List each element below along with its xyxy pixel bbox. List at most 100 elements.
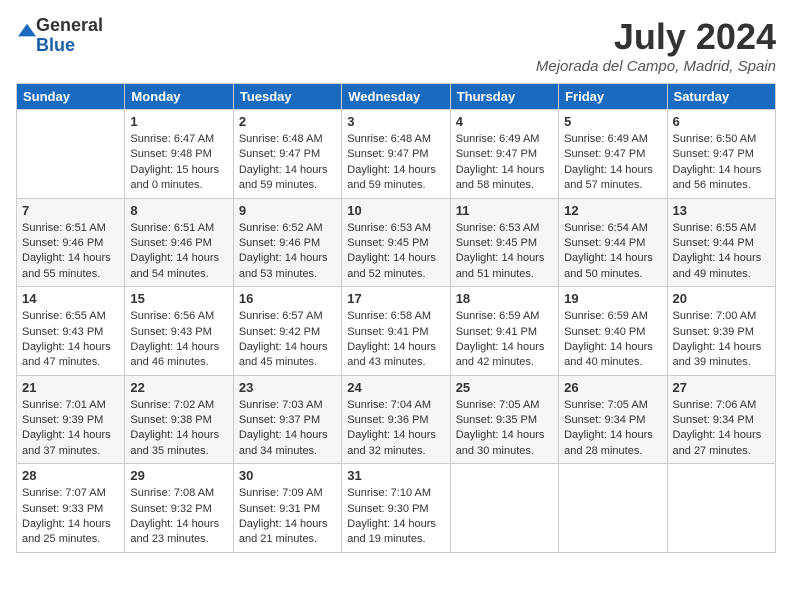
day-number: 14 [22, 291, 119, 306]
calendar-week-row: 21 Sunrise: 7:01 AM Sunset: 9:39 PM Dayli… [17, 375, 776, 464]
day-number: 11 [456, 203, 553, 218]
day-number: 10 [347, 203, 444, 218]
day-info: Sunrise: 7:00 AM Sunset: 9:39 PM Dayligh… [673, 309, 770, 371]
day-info: Sunrise: 6:57 AM Sunset: 9:42 PM Dayligh… [239, 309, 336, 371]
calendar-header-row: SundayMondayTuesdayWednesdayThursdayFrid… [17, 84, 776, 110]
calendar-cell: 30 Sunrise: 7:09 AM Sunset: 9:31 PM Dayli… [233, 464, 341, 553]
day-info: Sunrise: 7:02 AM Sunset: 9:38 PM Dayligh… [130, 398, 227, 460]
day-info: Sunrise: 6:49 AM Sunset: 9:47 PM Dayligh… [564, 132, 661, 194]
calendar-cell: 9 Sunrise: 6:52 AM Sunset: 9:46 PM Daylig… [233, 198, 341, 287]
calendar-cell: 29Sunrise: 7:08 AM Sunset: 9:32 PM Dayli… [125, 464, 233, 553]
calendar-cell: 23 Sunrise: 7:03 AM Sunset: 9:37 PM Dayli… [233, 375, 341, 464]
calendar-cell: 25Sunrise: 7:05 AM Sunset: 9:35 PM Dayli… [450, 375, 558, 464]
day-info: Sunrise: 7:06 AM Sunset: 9:34 PM Dayligh… [673, 398, 770, 460]
day-number: 23 [239, 380, 336, 395]
day-info: Sunrise: 7:09 AM Sunset: 9:31 PM Dayligh… [239, 486, 336, 548]
day-header-thursday: Thursday [450, 84, 558, 110]
day-info: Sunrise: 6:51 AM Sunset: 9:46 PM Dayligh… [22, 221, 119, 283]
day-number: 18 [456, 291, 553, 306]
day-info: Sunrise: 6:59 AM Sunset: 9:40 PM Dayligh… [564, 309, 661, 371]
day-number: 6 [673, 114, 770, 129]
day-number: 21 [22, 380, 119, 395]
calendar-cell: 3Sunrise: 6:48 AM Sunset: 9:47 PM Daylig… [342, 110, 450, 199]
day-info: Sunrise: 6:55 AM Sunset: 9:43 PM Dayligh… [22, 309, 119, 371]
logo-text: General Blue [36, 16, 103, 56]
location: Mejorada del Campo, Madrid, Spain [536, 58, 776, 75]
day-info: Sunrise: 6:55 AM Sunset: 9:44 PM Dayligh… [673, 221, 770, 283]
day-number: 27 [673, 380, 770, 395]
day-header-tuesday: Tuesday [233, 84, 341, 110]
day-number: 22 [130, 380, 227, 395]
calendar-cell: 16 Sunrise: 6:57 AM Sunset: 9:42 PM Dayli… [233, 287, 341, 376]
day-number: 8 [130, 203, 227, 218]
calendar-cell: 12Sunrise: 6:54 AM Sunset: 9:44 PM Dayli… [559, 198, 667, 287]
day-header-sunday: Sunday [17, 84, 125, 110]
calendar-cell [667, 464, 775, 553]
calendar-cell: 14 Sunrise: 6:55 AM Sunset: 9:43 PM Dayli… [17, 287, 125, 376]
day-number: 1 [130, 114, 227, 129]
logo-general: General [36, 16, 103, 36]
day-number: 26 [564, 380, 661, 395]
logo: General Blue [16, 16, 103, 56]
day-info: Sunrise: 6:56 AM Sunset: 9:43 PM Dayligh… [130, 309, 227, 371]
day-info: Sunrise: 6:47 AM Sunset: 9:48 PM Dayligh… [130, 132, 227, 194]
calendar-cell: 28 Sunrise: 7:07 AM Sunset: 9:33 PM Dayli… [17, 464, 125, 553]
day-header-monday: Monday [125, 84, 233, 110]
calendar-cell [450, 464, 558, 553]
title-block: July 2024 Mejorada del Campo, Madrid, Sp… [536, 16, 776, 75]
day-info: Sunrise: 6:53 AM Sunset: 9:45 PM Dayligh… [456, 221, 553, 283]
calendar-cell: 22 Sunrise: 7:02 AM Sunset: 9:38 PM Dayli… [125, 375, 233, 464]
day-info: Sunrise: 6:53 AM Sunset: 9:45 PM Dayligh… [347, 221, 444, 283]
calendar-cell: 11 Sunrise: 6:53 AM Sunset: 9:45 PM Dayli… [450, 198, 558, 287]
calendar-cell: 27 Sunrise: 7:06 AM Sunset: 9:34 PM Dayli… [667, 375, 775, 464]
calendar-cell: 13 Sunrise: 6:55 AM Sunset: 9:44 PM Dayli… [667, 198, 775, 287]
day-header-wednesday: Wednesday [342, 84, 450, 110]
day-number: 30 [239, 468, 336, 483]
day-info: Sunrise: 6:52 AM Sunset: 9:46 PM Dayligh… [239, 221, 336, 283]
day-number: 7 [22, 203, 119, 218]
day-number: 13 [673, 203, 770, 218]
calendar-cell: 26Sunrise: 7:05 AM Sunset: 9:34 PM Dayli… [559, 375, 667, 464]
day-info: Sunrise: 6:51 AM Sunset: 9:46 PM Dayligh… [130, 221, 227, 283]
day-info: Sunrise: 7:07 AM Sunset: 9:33 PM Dayligh… [22, 486, 119, 548]
calendar-week-row: 28 Sunrise: 7:07 AM Sunset: 9:33 PM Dayli… [17, 464, 776, 553]
day-number: 5 [564, 114, 661, 129]
page-header: General Blue July 2024 Mejorada del Camp… [16, 16, 776, 75]
day-number: 19 [564, 291, 661, 306]
day-info: Sunrise: 6:49 AM Sunset: 9:47 PM Dayligh… [456, 132, 553, 194]
calendar-cell [559, 464, 667, 553]
day-info: Sunrise: 6:59 AM Sunset: 9:41 PM Dayligh… [456, 309, 553, 371]
calendar-cell: 10 Sunrise: 6:53 AM Sunset: 9:45 PM Dayli… [342, 198, 450, 287]
month-year: July 2024 [536, 16, 776, 58]
day-number: 16 [239, 291, 336, 306]
calendar-cell: 5 Sunrise: 6:49 AM Sunset: 9:47 PM Daylig… [559, 110, 667, 199]
calendar-cell: 6 Sunrise: 6:50 AM Sunset: 9:47 PM Daylig… [667, 110, 775, 199]
logo-icon [18, 22, 36, 40]
day-info: Sunrise: 6:48 AM Sunset: 9:47 PM Dayligh… [347, 132, 444, 194]
day-info: Sunrise: 7:03 AM Sunset: 9:37 PM Dayligh… [239, 398, 336, 460]
day-header-friday: Friday [559, 84, 667, 110]
day-info: Sunrise: 6:50 AM Sunset: 9:47 PM Dayligh… [673, 132, 770, 194]
day-info: Sunrise: 7:04 AM Sunset: 9:36 PM Dayligh… [347, 398, 444, 460]
day-info: Sunrise: 7:10 AM Sunset: 9:30 PM Dayligh… [347, 486, 444, 548]
calendar-cell: 24Sunrise: 7:04 AM Sunset: 9:36 PM Dayli… [342, 375, 450, 464]
day-number: 31 [347, 468, 444, 483]
calendar-week-row: 7 Sunrise: 6:51 AM Sunset: 9:46 PM Daylig… [17, 198, 776, 287]
day-number: 4 [456, 114, 553, 129]
day-number: 9 [239, 203, 336, 218]
calendar-cell: 31 Sunrise: 7:10 AM Sunset: 9:30 PM Dayli… [342, 464, 450, 553]
calendar-cell: 17Sunrise: 6:58 AM Sunset: 9:41 PM Dayli… [342, 287, 450, 376]
day-info: Sunrise: 6:54 AM Sunset: 9:44 PM Dayligh… [564, 221, 661, 283]
day-number: 29 [130, 468, 227, 483]
day-info: Sunrise: 6:48 AM Sunset: 9:47 PM Dayligh… [239, 132, 336, 194]
day-info: Sunrise: 7:01 AM Sunset: 9:39 PM Dayligh… [22, 398, 119, 460]
calendar-cell: 4 Sunrise: 6:49 AM Sunset: 9:47 PM Daylig… [450, 110, 558, 199]
calendar-cell: 2 Sunrise: 6:48 AM Sunset: 9:47 PM Daylig… [233, 110, 341, 199]
calendar-cell: 8 Sunrise: 6:51 AM Sunset: 9:46 PM Daylig… [125, 198, 233, 287]
calendar-cell: 7 Sunrise: 6:51 AM Sunset: 9:46 PM Daylig… [17, 198, 125, 287]
day-number: 20 [673, 291, 770, 306]
day-header-saturday: Saturday [667, 84, 775, 110]
day-number: 15 [130, 291, 227, 306]
day-number: 2 [239, 114, 336, 129]
day-number: 28 [22, 468, 119, 483]
